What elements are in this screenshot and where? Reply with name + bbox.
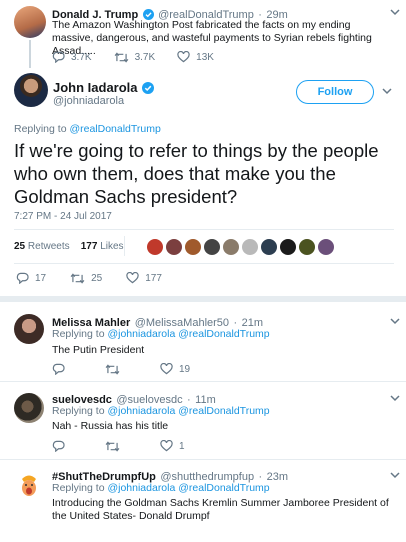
retweet-icon xyxy=(70,272,85,284)
avatar[interactable] xyxy=(14,6,46,38)
author-name[interactable]: John Iadarola xyxy=(53,80,138,95)
heart-icon xyxy=(177,51,190,63)
like-count: 19 xyxy=(179,363,191,375)
reply-count: 3.7K xyxy=(71,51,92,63)
reply-button[interactable]: 3.7K xyxy=(52,51,92,63)
liker-avatar[interactable] xyxy=(204,239,220,255)
follow-button[interactable]: Follow xyxy=(296,80,374,104)
retweet-button[interactable] xyxy=(105,363,120,375)
tweet-timestamp[interactable]: 7:27 PM - 24 Jul 2017 xyxy=(14,211,112,222)
thread-connector xyxy=(29,40,31,68)
retweet-button[interactable] xyxy=(105,440,120,452)
likers-avatars xyxy=(147,239,334,255)
divider xyxy=(124,236,125,256)
chevron-down-icon[interactable] xyxy=(390,317,400,325)
heart-icon xyxy=(126,272,139,284)
chevron-down-icon[interactable] xyxy=(390,394,400,402)
chevron-down-icon[interactable] xyxy=(390,8,400,16)
like-button[interactable]: 13K xyxy=(177,51,214,63)
reply-icon xyxy=(52,440,65,452)
divider xyxy=(14,263,394,264)
liker-avatar[interactable] xyxy=(147,239,163,255)
avatar[interactable] xyxy=(14,470,44,500)
liker-avatar[interactable] xyxy=(242,239,258,255)
reply-button[interactable]: 17 xyxy=(16,272,46,284)
reply-button[interactable] xyxy=(52,363,65,375)
replying-to: Replying to @realDonaldTrump xyxy=(14,123,161,135)
liker-avatar[interactable] xyxy=(223,239,239,255)
reply-icon xyxy=(52,363,65,375)
author-handle[interactable]: @johniadarola xyxy=(53,95,124,107)
replying-to: Replying to @johniadarola @realDonaldTru… xyxy=(52,328,270,340)
retweet-count: 25 xyxy=(91,272,103,284)
chevron-down-icon[interactable] xyxy=(382,87,392,95)
tweet-text: The Putin President xyxy=(52,344,145,356)
retweets-stat[interactable]: 25 Retweets xyxy=(14,241,70,252)
replying-to: Replying to @johniadarola @realDonaldTru… xyxy=(52,405,270,417)
tweet-thread: Donald J. Trump @realDonaldTrump · 29m T… xyxy=(0,0,406,542)
retweet-icon xyxy=(105,440,120,452)
liker-avatar[interactable] xyxy=(166,239,182,255)
replying-to: Replying to @johniadarola @realDonaldTru… xyxy=(52,482,270,494)
like-count: 1 xyxy=(179,440,185,452)
mention-link[interactable]: @johniadarola @realDonaldTrump xyxy=(107,328,269,340)
divider xyxy=(0,381,406,382)
like-button[interactable]: 177 xyxy=(126,272,162,284)
mention-link[interactable]: @johniadarola @realDonaldTrump xyxy=(107,405,269,417)
liker-avatar[interactable] xyxy=(261,239,277,255)
like-count: 13K xyxy=(196,51,214,63)
reply-count: 17 xyxy=(35,272,47,284)
verified-icon xyxy=(141,82,154,94)
avatar[interactable] xyxy=(14,393,44,423)
tweet-text: If we're going to refer to things by the… xyxy=(14,140,379,207)
tweet-actions: 1 xyxy=(52,440,185,452)
avatar[interactable] xyxy=(14,314,44,344)
like-button[interactable]: 1 xyxy=(160,440,185,452)
tweet-actions: 3.7K 3.7K 13K xyxy=(52,51,214,63)
like-button[interactable]: 19 xyxy=(160,363,190,375)
reply-icon xyxy=(16,272,29,284)
mention-link[interactable]: @realDonaldTrump xyxy=(69,123,160,135)
divider xyxy=(0,459,406,460)
tweet-actions: 19 xyxy=(52,363,190,375)
avatar[interactable] xyxy=(14,73,48,107)
chevron-down-icon[interactable] xyxy=(390,471,400,479)
liker-avatar[interactable] xyxy=(318,239,334,255)
retweet-icon xyxy=(114,51,129,63)
engagement-stats: 25 Retweets 177 Likes xyxy=(14,241,124,252)
heart-icon xyxy=(160,363,173,375)
liker-avatar[interactable] xyxy=(299,239,315,255)
likes-stat[interactable]: 177 Likes xyxy=(81,241,124,252)
mention-link[interactable]: @johniadarola @realDonaldTrump xyxy=(107,482,269,494)
divider xyxy=(14,229,394,230)
retweet-button[interactable]: 25 xyxy=(70,273,102,284)
retweet-count: 3.7K xyxy=(134,51,156,63)
liker-avatar[interactable] xyxy=(280,239,296,255)
tweet-text: Introducing the Goldman Sachs Kremlin Su… xyxy=(52,497,389,522)
reply-button[interactable] xyxy=(52,440,65,452)
like-count: 177 xyxy=(145,272,162,284)
liker-avatar[interactable] xyxy=(185,239,201,255)
tweet-actions: 17 25 177 xyxy=(16,272,162,284)
crying-baby-avatar-icon xyxy=(22,475,36,496)
section-separator xyxy=(0,296,406,302)
reply-icon xyxy=(52,51,65,63)
heart-icon xyxy=(160,440,173,452)
tweet-text: Nah - Russia has his title xyxy=(52,420,169,432)
retweet-button[interactable]: 3.7K xyxy=(114,51,156,63)
retweet-icon xyxy=(105,363,120,375)
